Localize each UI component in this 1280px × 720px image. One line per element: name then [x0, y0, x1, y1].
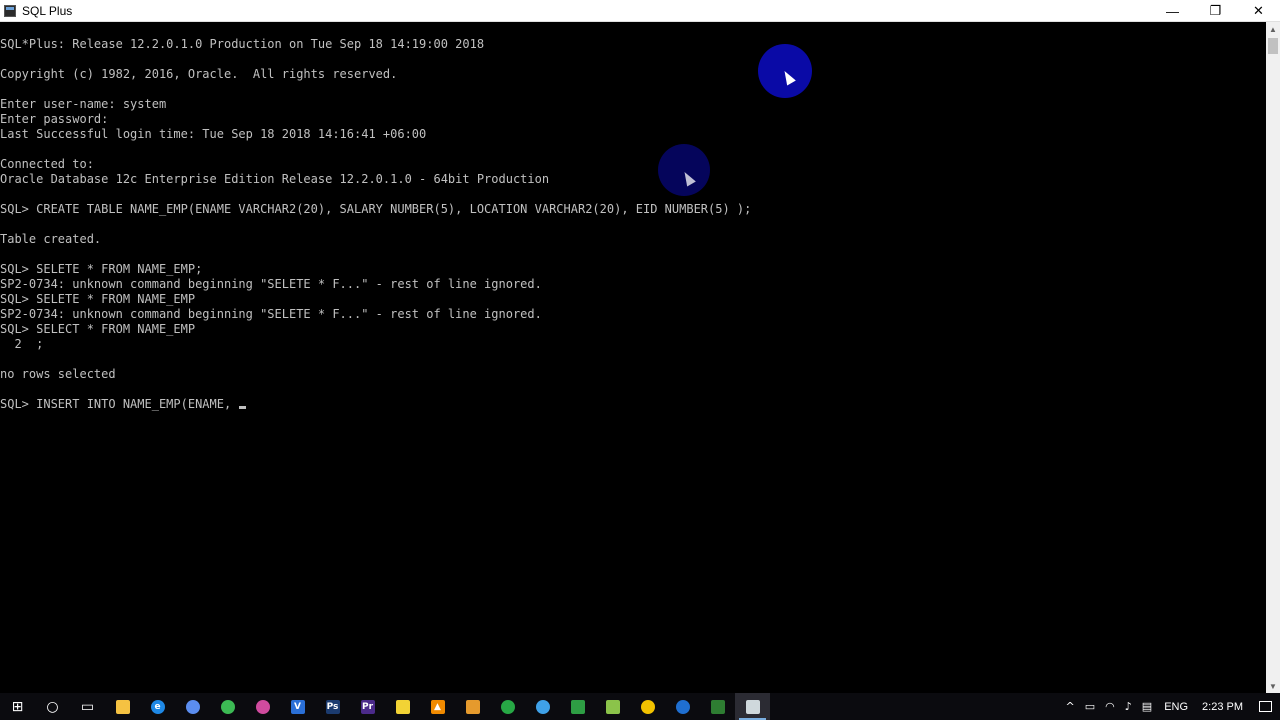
click-highlight-faded	[658, 144, 710, 196]
console-line: SQL*Plus: Release 12.2.0.1.0 Production …	[0, 37, 485, 51]
app-red-green-icon	[570, 699, 585, 714]
taskbar-chrome-button[interactable]	[210, 693, 245, 720]
taskbar-file-explorer-button[interactable]	[105, 693, 140, 720]
windows-taskbar: ⊞ ○ ▭ e V Ps Pr ▲ ^ ▭ ◠ ♪ ▤ ENG 2:23 PM	[0, 693, 1280, 720]
console-line: SQL> CREATE TABLE NAME_EMP(ENAME VARCHAR…	[0, 202, 752, 216]
taskbar-apps: ⊞ ○ ▭ e V Ps Pr ▲	[0, 693, 770, 720]
taskbar-edge-browser-button[interactable]: e	[140, 693, 175, 720]
action-icon[interactable]: ▤	[1137, 693, 1157, 720]
taskbar-app-blue-circle-button[interactable]	[175, 693, 210, 720]
console-line: SQL> SELETE * FROM NAME_EMP	[0, 292, 196, 306]
console-line: SP2-0734: unknown command beginning "SEL…	[0, 277, 542, 291]
restore-button[interactable]: ❐	[1194, 0, 1237, 22]
console-line: Enter user-name: system	[0, 97, 167, 111]
console-line: Copyright (c) 1982, 2016, Oracle. All ri…	[0, 67, 398, 81]
taskbar-app-yellow-circle-button[interactable]	[630, 693, 665, 720]
taskbar-cortana-search-button[interactable]: ○	[35, 693, 70, 720]
clock[interactable]: 2:23 PM	[1195, 701, 1250, 713]
app-blue-circle-icon	[185, 699, 200, 714]
console-line: Last Successful login time: Tue Sep 18 2…	[0, 127, 427, 141]
app-lightblue-circle-icon	[535, 699, 550, 714]
window-title-bar[interactable]: SQL Plus — ❐ ✕	[0, 0, 1280, 22]
app-green-circle-icon	[500, 699, 515, 714]
wifi-icon[interactable]: ◠	[1100, 693, 1120, 720]
excel-like-icon	[710, 699, 725, 714]
edge-browser-icon: e	[150, 699, 165, 714]
system-tray: ^ ▭ ◠ ♪ ▤ ENG 2:23 PM	[1061, 693, 1280, 720]
file-explorer-icon	[115, 699, 130, 714]
chrome-icon	[220, 699, 235, 714]
console-line: Enter password:	[0, 112, 109, 126]
console-line: SQL> SELECT * FROM NAME_EMP	[0, 322, 196, 336]
app-yellow-circle-icon	[640, 699, 655, 714]
tray-chevron-icon[interactable]: ^	[1061, 693, 1080, 720]
console-line: Connected to:	[0, 157, 94, 171]
vertical-scrollbar[interactable]: ▲ ▼	[1266, 22, 1280, 693]
volume-icon[interactable]: ♪	[1120, 693, 1137, 720]
taskbar-photoshop-button[interactable]: Ps	[315, 693, 350, 720]
taskbar-app-lightblue-circle-button[interactable]	[525, 693, 560, 720]
console-lines: SQL*Plus: Release 12.2.0.1.0 Production …	[0, 37, 751, 412]
language-indicator[interactable]: ENG	[1157, 701, 1195, 713]
text-caret	[239, 406, 247, 409]
minimize-button[interactable]: —	[1151, 0, 1194, 22]
cortana-search-icon: ○	[46, 698, 59, 715]
taskbar-notepad-pen-button[interactable]	[385, 693, 420, 720]
console-output[interactable]: SQL*Plus: Release 12.2.0.1.0 Production …	[0, 22, 1266, 693]
console-input-line[interactable]: SQL> INSERT INTO NAME_EMP(ENAME,	[0, 397, 751, 412]
taskbar-app-red-green-button[interactable]	[560, 693, 595, 720]
taskbar-windows-start-button[interactable]: ⊞	[0, 693, 35, 720]
taskbar-settings-gear-button[interactable]	[455, 693, 490, 720]
taskbar-app-lime-square-button[interactable]	[595, 693, 630, 720]
taskbar-premiere-button[interactable]: Pr	[350, 693, 385, 720]
scrollbar-thumb[interactable]	[1268, 38, 1278, 54]
window-title: SQL Plus	[22, 3, 73, 18]
console-line: SP2-0734: unknown command beginning "SEL…	[0, 307, 542, 321]
taskbar-app-green-circle-button[interactable]	[490, 693, 525, 720]
app-magenta-circle-icon	[255, 699, 270, 714]
scroll-down-arrow-icon[interactable]: ▼	[1266, 679, 1280, 693]
premiere-icon: Pr	[360, 699, 375, 714]
windows-start-icon: ⊞	[11, 698, 24, 715]
notepad-pen-icon	[395, 699, 410, 714]
app-blue-globe-icon	[675, 699, 690, 714]
battery-icon[interactable]: ▭	[1080, 693, 1100, 720]
close-button[interactable]: ✕	[1237, 0, 1280, 22]
photoshop-icon: Ps	[325, 699, 340, 714]
taskbar-sqlplus-console-button[interactable]	[735, 693, 770, 720]
taskbar-app-magenta-circle-button[interactable]	[245, 693, 280, 720]
console-line: Oracle Database 12c Enterprise Edition R…	[0, 172, 550, 186]
task-view-icon: ▭	[80, 698, 95, 715]
console-line: SQL> SELETE * FROM NAME_EMP;	[0, 262, 203, 276]
console-line: Table created.	[0, 232, 102, 246]
taskbar-visual-studio-button[interactable]: V	[280, 693, 315, 720]
window-controls: — ❐ ✕	[1151, 0, 1280, 22]
vlc-icon: ▲	[430, 699, 445, 714]
sqlplus-console-icon	[745, 699, 760, 714]
taskbar-app-blue-globe-button[interactable]	[665, 693, 700, 720]
visual-studio-icon: V	[290, 699, 305, 714]
notification-center-icon[interactable]	[1250, 693, 1280, 720]
scroll-up-arrow-icon[interactable]: ▲	[1266, 22, 1280, 36]
taskbar-task-view-button[interactable]: ▭	[70, 693, 105, 720]
settings-gear-icon	[465, 699, 480, 714]
app-lime-square-icon	[605, 699, 620, 714]
taskbar-excel-like-button[interactable]	[700, 693, 735, 720]
taskbar-vlc-button[interactable]: ▲	[420, 693, 455, 720]
console-input-text: SQL> INSERT INTO NAME_EMP(ENAME,	[0, 397, 239, 411]
console-line: no rows selected	[0, 367, 116, 381]
sqlplus-app-icon	[4, 4, 16, 17]
console-line: 2 ;	[0, 337, 44, 351]
